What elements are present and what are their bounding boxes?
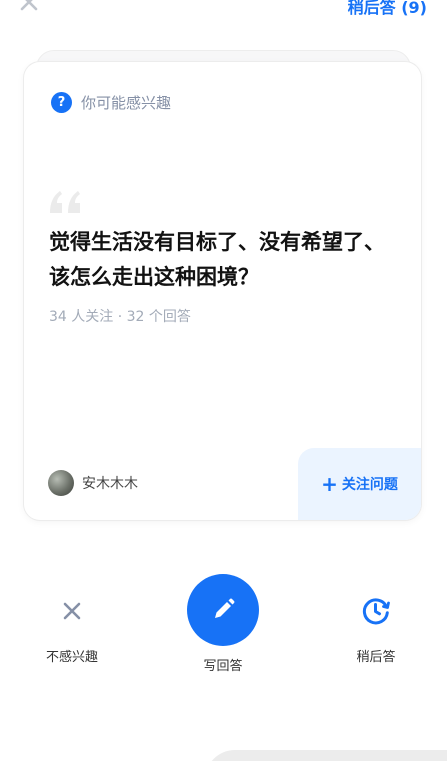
- plus-icon: +: [321, 472, 338, 496]
- author-name[interactable]: 安木木木: [82, 473, 138, 493]
- clock-later-icon: [344, 592, 408, 630]
- pencil-icon: [187, 574, 259, 646]
- follow-question-button[interactable]: + 关注问题: [298, 448, 421, 520]
- question-icon: ?: [51, 92, 72, 113]
- follow-question-label: 关注问题: [341, 477, 398, 493]
- write-answer-label: 写回答: [203, 659, 243, 674]
- quote-mark-icon: [48, 189, 84, 215]
- close-icon[interactable]: [18, 0, 40, 13]
- avatar[interactable]: [48, 470, 74, 496]
- write-answer-button[interactable]: 写回答: [186, 574, 260, 674]
- question-meta: 34 人关注 · 32 个回答: [49, 309, 191, 325]
- answer-later-button[interactable]: 稍后答: [344, 592, 408, 665]
- bottom-sheet-edge: [205, 750, 447, 761]
- not-interested-button[interactable]: 不感兴趣: [40, 592, 104, 665]
- later-answer-link[interactable]: 稍后答 (9): [348, 0, 427, 18]
- author[interactable]: 安木木木: [48, 470, 138, 496]
- section-label: 你可能感兴趣: [81, 94, 172, 112]
- question-title[interactable]: 觉得生活没有目标了、没有希望了、该怎么走出这种困境？: [49, 225, 399, 295]
- answer-later-label: 稍后答: [356, 650, 396, 665]
- question-card[interactable]: ? 你可能感兴趣 觉得生活没有目标了、没有希望了、该怎么走出这种困境？ 34 人…: [24, 62, 421, 520]
- card-header: ? 你可能感兴趣: [51, 92, 171, 113]
- close-icon: [40, 592, 104, 630]
- not-interested-label: 不感兴趣: [45, 650, 98, 665]
